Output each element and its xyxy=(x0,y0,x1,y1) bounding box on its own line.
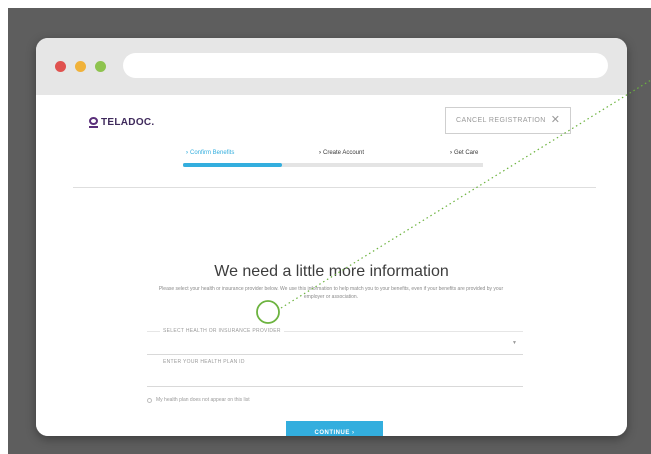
cancel-registration-button[interactable]: CANCEL REGISTRATION ✕ xyxy=(445,107,571,134)
step-label: Get Care xyxy=(454,150,479,156)
plan-id-input[interactable]: ENTER YOUR HEALTH PLAN ID xyxy=(147,359,523,387)
header-divider xyxy=(73,187,596,188)
progress-fill xyxy=(183,163,282,167)
teladoc-logo[interactable]: TELADOC. xyxy=(89,115,155,129)
address-bar[interactable] xyxy=(123,53,608,78)
browser-window: TELADOC. CANCEL REGISTRATION ✕ › Confirm … xyxy=(36,38,627,436)
caret-down-icon: ▼ xyxy=(512,340,517,346)
plan-not-listed-checkbox[interactable] xyxy=(147,397,152,403)
teladoc-logo-icon xyxy=(89,116,98,128)
maximize-window-button[interactable] xyxy=(95,61,106,72)
browser-toolbar xyxy=(36,38,627,95)
step-label: Create Account xyxy=(323,150,365,156)
provider-select[interactable]: SELECT HEALTH OR INSURANCE PROVIDER ▼ xyxy=(147,328,523,355)
minimize-window-button[interactable] xyxy=(75,61,86,72)
provider-select-label: SELECT HEALTH OR INSURANCE PROVIDER xyxy=(160,328,284,334)
chevron-right-icon: › xyxy=(186,150,188,156)
close-window-button[interactable] xyxy=(55,61,66,72)
continue-button[interactable]: CONTINUE › xyxy=(286,421,383,436)
plan-not-listed-label: My health plan does not appear on this l… xyxy=(156,397,250,403)
logo-text: TELADOC. xyxy=(101,116,155,128)
cancel-registration-label: CANCEL REGISTRATION xyxy=(456,117,546,124)
registration-page: TELADOC. CANCEL REGISTRATION ✕ › Confirm … xyxy=(36,95,627,436)
step-label: Confirm Benefits xyxy=(190,150,235,156)
intro-text: Please select your health or insurance p… xyxy=(158,286,504,300)
plan-not-listed-row: My health plan does not appear on this l… xyxy=(147,397,250,403)
chevron-right-icon: › xyxy=(450,150,452,156)
step-confirm-benefits[interactable]: › Confirm Benefits xyxy=(186,150,234,156)
step-get-care[interactable]: › Get Care xyxy=(450,150,478,156)
progress-steps: › Confirm Benefits › Create Account › Get C… xyxy=(183,150,483,170)
close-icon: ✕ xyxy=(550,114,560,126)
plan-id-label: ENTER YOUR HEALTH PLAN ID xyxy=(160,359,248,365)
page-title: We need a little more information xyxy=(214,263,449,280)
chevron-right-icon: › xyxy=(319,150,321,156)
step-create-account[interactable]: › Create Account xyxy=(319,150,364,156)
